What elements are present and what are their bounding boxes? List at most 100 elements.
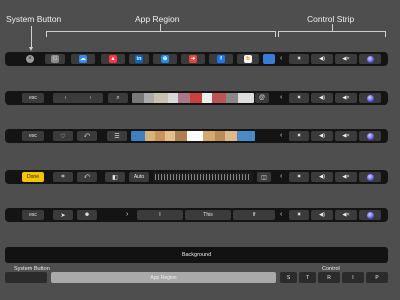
send-button[interactable]: ➤ xyxy=(53,210,73,220)
brightness-icon: ✷ xyxy=(296,95,302,101)
siri-button[interactable] xyxy=(359,172,381,182)
tab-thumbnails[interactable] xyxy=(132,93,254,103)
search-button[interactable]: ⌕ xyxy=(108,93,128,103)
brightness-button[interactable]: ✷ xyxy=(289,131,309,141)
heart-icon: ♡ xyxy=(60,133,66,140)
straighten-slider[interactable] xyxy=(153,172,253,182)
app-store-app-button[interactable]: ⊕ xyxy=(153,54,177,64)
mute-button[interactable]: ◀× xyxy=(335,93,357,103)
back-forward-group: ‹ › xyxy=(53,93,103,103)
bing-app-icon: b xyxy=(244,55,252,63)
close-button[interactable]: × xyxy=(25,54,35,64)
background-bar: Background xyxy=(5,247,388,263)
touchbar-photos: esc ♡ ⤺ ☰ ‹ ✷ ◀) ◀× xyxy=(5,129,388,143)
legend-control-key-t: T xyxy=(299,272,316,283)
news-app-icon: ▲ xyxy=(109,55,117,63)
mute-button[interactable]: ◀× xyxy=(335,54,357,64)
touchbar-photo-edit: Done ⌗ ⤺ ◧ Auto ◫ ‹ ✷ ◀) ◀× xyxy=(5,170,388,184)
esc-button[interactable]: esc xyxy=(22,131,44,141)
legend-key-label: R xyxy=(327,274,331,281)
esc-button[interactable]: esc xyxy=(22,210,44,220)
siri-icon xyxy=(366,94,374,102)
mute-icon: ◀× xyxy=(342,212,350,218)
esc-button[interactable]: esc xyxy=(22,93,44,103)
legend-key-label: I xyxy=(352,274,354,281)
siri-icon xyxy=(366,211,374,219)
suggestion-2[interactable]: This xyxy=(185,210,231,220)
emoji-button[interactable]: ☻ xyxy=(77,210,97,220)
legend-system-button-block xyxy=(5,272,47,283)
brightness-icon: ✷ xyxy=(296,212,302,218)
maps-app-icon: ➜ xyxy=(189,55,197,63)
siri-icon xyxy=(366,173,374,181)
aspect-button[interactable]: ◫ xyxy=(257,172,271,182)
new-tab-button[interactable]: @ xyxy=(255,93,269,103)
facebook-app-icon: f xyxy=(217,55,225,63)
volume-icon: ◀) xyxy=(318,56,326,62)
facebook-app-button[interactable]: f xyxy=(209,54,233,64)
back-button[interactable]: ‹ xyxy=(65,95,67,101)
brightness-button[interactable]: ✷ xyxy=(289,172,309,182)
legend-key-label: T xyxy=(305,274,310,281)
suggestions-chevron-icon[interactable]: › xyxy=(126,210,128,220)
brightness-button[interactable]: ✷ xyxy=(289,93,309,103)
finder-app-button[interactable]:  xyxy=(45,54,65,64)
compare-button[interactable]: ◧ xyxy=(105,172,125,182)
suggestion-3[interactable]: If xyxy=(233,210,275,220)
mute-icon: ◀× xyxy=(342,133,350,139)
news-app-button[interactable]: ▲ xyxy=(101,54,125,64)
adjust-button[interactable]: ☰ xyxy=(107,131,127,141)
chevron-left-icon[interactable]: ‹ xyxy=(280,210,282,220)
finder-app-icon:  xyxy=(51,55,59,63)
volume-icon: ◀) xyxy=(318,212,326,218)
legend-app-region-label: App Region xyxy=(150,274,177,281)
suggestion-1[interactable]: I xyxy=(137,210,183,220)
control-strip-header: Control Strip xyxy=(307,14,355,24)
brightness-button[interactable]: ✷ xyxy=(289,54,309,64)
volume-button[interactable]: ◀) xyxy=(311,172,333,182)
bing-app-button[interactable]: b xyxy=(237,54,259,64)
slider-ticks xyxy=(155,174,251,180)
app-overflow-icon[interactable] xyxy=(263,54,275,64)
auto-enhance-button[interactable]: Auto xyxy=(129,172,149,182)
legend-control-key-r: R xyxy=(318,272,340,283)
volume-button[interactable]: ◀) xyxy=(311,210,333,220)
mute-button[interactable]: ◀× xyxy=(335,210,357,220)
siri-button[interactable] xyxy=(359,93,381,103)
volume-button[interactable]: ◀) xyxy=(311,54,333,64)
siri-button[interactable] xyxy=(359,131,381,141)
maps-app-button[interactable]: ➜ xyxy=(181,54,205,64)
chevron-left-icon[interactable]: ‹ xyxy=(280,131,282,141)
photo-scrubber[interactable] xyxy=(131,131,255,141)
linkedin-app-button[interactable]: in xyxy=(129,54,149,64)
volume-button[interactable]: ◀) xyxy=(311,93,333,103)
siri-button[interactable] xyxy=(359,210,381,220)
crop-button[interactable]: ⌗ xyxy=(53,172,73,182)
mute-button[interactable]: ◀× xyxy=(335,131,357,141)
sliders-icon: ☰ xyxy=(114,133,120,140)
at-icon: @ xyxy=(258,95,266,101)
rotate-icon: ⤺ xyxy=(83,132,91,139)
system-button-pointer xyxy=(29,26,33,51)
app-region-header: App Region xyxy=(135,14,180,24)
background-label: Background xyxy=(181,252,212,258)
aspect-icon: ◫ xyxy=(261,174,267,181)
volume-button[interactable]: ◀) xyxy=(311,131,333,141)
touchbar-browser: esc ‹ › ⌕ @ ‹ ✷ ◀) ◀× xyxy=(5,91,388,105)
siri-button[interactable] xyxy=(359,54,381,64)
touchbar-apps: ×  ☁ ▲ in ⊕ ➜ f b ‹ ✷ ◀) ◀× xyxy=(5,52,388,66)
chevron-left-icon[interactable]: ‹ xyxy=(280,172,282,182)
chevron-left-icon[interactable]: ‹ xyxy=(280,93,282,103)
rotate-button[interactable]: ⤺ xyxy=(77,131,97,141)
done-button[interactable]: Done xyxy=(22,172,44,182)
chevron-left-icon[interactable]: ‹ xyxy=(280,54,282,64)
icloud-app-button[interactable]: ☁ xyxy=(71,54,95,64)
brightness-button[interactable]: ✷ xyxy=(289,210,309,220)
emoji-icon: ☻ xyxy=(83,212,91,218)
rotate-button[interactable]: ⤺ xyxy=(77,172,97,182)
forward-button[interactable]: › xyxy=(90,95,92,101)
control-strip-bracket xyxy=(278,31,386,37)
favorite-button[interactable]: ♡ xyxy=(53,131,73,141)
mute-button[interactable]: ◀× xyxy=(335,172,357,182)
mute-icon: ◀× xyxy=(342,174,350,180)
